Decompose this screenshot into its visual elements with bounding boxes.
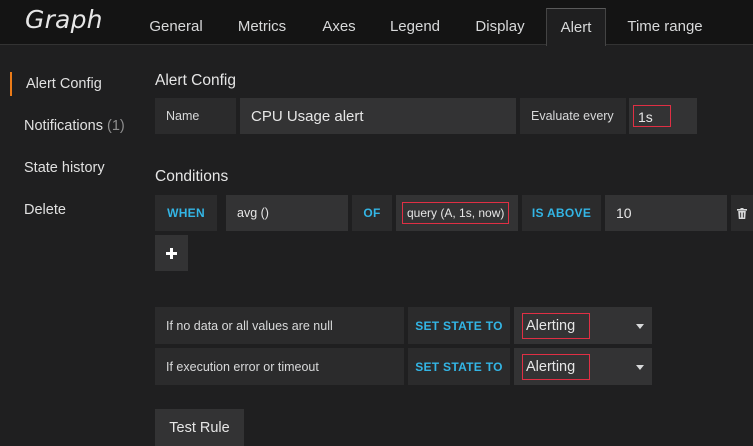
panel-title: Graph [25, 5, 103, 34]
sidebar-item-state-history[interactable]: State history [24, 160, 105, 176]
sidebar-item-delete[interactable]: Delete [24, 202, 66, 218]
section-title-alert-config: Alert Config [155, 72, 236, 89]
evaluate-label: Evaluate every [520, 98, 626, 134]
trash-icon [737, 207, 747, 219]
tab-legend[interactable]: Legend [380, 0, 450, 45]
evaluate-input[interactable]: 1s [629, 98, 697, 134]
of-keyword: OF [352, 195, 392, 231]
set-state-keyword: SET STATE TO [408, 307, 510, 344]
error-label: If execution error or timeout [155, 348, 404, 385]
tab-time-range[interactable]: Time range [618, 0, 712, 45]
name-label: Name [155, 98, 236, 134]
when-keyword: WHEN [155, 195, 217, 231]
set-state-keyword: SET STATE TO [408, 348, 510, 385]
test-rule-button[interactable]: Test Rule [155, 409, 244, 446]
evaluator-select[interactable]: IS ABOVE [522, 195, 601, 231]
sidebar-item-notifications[interactable]: Notifications (1) [24, 118, 125, 134]
sidebar-item-alert-config[interactable]: Alert Config [26, 76, 102, 92]
notifications-count: (1) [107, 118, 125, 134]
plus-icon [166, 247, 177, 259]
tab-axes[interactable]: Axes [312, 0, 366, 45]
chevron-down-icon [636, 323, 644, 329]
chevron-down-icon [636, 364, 644, 370]
tab-alert[interactable]: Alert [546, 8, 606, 46]
tab-display[interactable]: Display [464, 0, 536, 45]
add-condition-button[interactable] [155, 235, 188, 271]
no-data-state-select[interactable]: Alerting [514, 307, 652, 344]
reducer-select[interactable]: avg () [226, 195, 348, 231]
error-state-select[interactable]: Alerting [514, 348, 652, 385]
threshold-input[interactable]: 10 [605, 195, 727, 231]
delete-condition-button[interactable] [731, 195, 753, 231]
query-select[interactable]: query (A, 1s, now) [396, 195, 518, 231]
active-indicator [10, 72, 12, 96]
tab-general[interactable]: General [140, 0, 212, 45]
evaluate-value: 1s [633, 105, 671, 127]
sidebar-item-label: Notifications [24, 118, 103, 134]
sidebar-item-label: Alert Config [26, 76, 102, 92]
sidebar-item-label: Delete [24, 202, 66, 218]
no-data-label: If no data or all values are null [155, 307, 404, 344]
error-state-value: Alerting [522, 353, 590, 380]
name-input[interactable]: CPU Usage alert [240, 98, 516, 134]
tab-metrics[interactable]: Metrics [226, 0, 298, 45]
no-data-state-value: Alerting [522, 312, 590, 339]
sidebar-item-label: State history [24, 160, 105, 176]
query-value: query (A, 1s, now) [402, 202, 510, 224]
section-title-conditions: Conditions [155, 168, 229, 185]
